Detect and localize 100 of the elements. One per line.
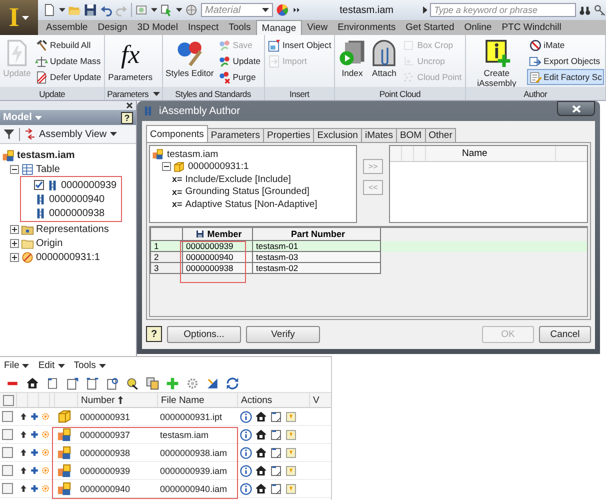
save-icon[interactable] [84,3,97,17]
documents-icon[interactable] [86,376,99,390]
plus-icon[interactable] [30,484,39,493]
help-button[interactable]: ? [146,326,162,342]
ribbon-tab[interactable]: Get Started [400,20,460,35]
expand-icon[interactable] [422,6,428,14]
ribbon-tab[interactable]: PTC Windchill [496,20,566,35]
ribbon-tab[interactable]: Inspect [182,20,224,35]
ribbon-button[interactable]: iMate [526,37,604,53]
more-icon[interactable] [292,5,301,15]
refresh-document-icon[interactable] [106,376,119,390]
sync-icon[interactable] [226,376,239,390]
filter-icon[interactable] [3,128,15,140]
color-wheel-icon[interactable] [276,3,288,17]
info-icon[interactable] [240,428,252,440]
column-header[interactable]: Number [81,394,115,406]
ribbon-button[interactable]: fx Parameters [106,37,155,84]
application-button[interactable]: I [0,0,38,35]
dialog-button[interactable]: Options... [167,326,241,342]
ribbon-button[interactable]: Rebuild All [33,37,104,53]
ribbon-button[interactable]: Edit Factory Sc [526,69,604,85]
ribbon-button[interactable]: Purge [216,69,263,85]
new-document-icon[interactable] [43,3,56,17]
tab[interactable]: Components [146,125,208,142]
undo-icon[interactable] [100,3,112,17]
ribbon-tab[interactable]: Manage [256,20,302,35]
info-icon[interactable] [240,482,252,494]
dialog-button[interactable]: Verify [246,326,320,342]
ribbon-tab[interactable]: View [302,20,333,35]
info-icon[interactable] [240,464,252,476]
ribbon-button[interactable]: Export Objects [526,53,604,69]
note-icon[interactable] [270,410,282,422]
caret-icon[interactable] [152,92,160,96]
ribbon-tab[interactable]: Assemble [41,20,93,35]
triangle-ruler-icon[interactable] [206,376,219,390]
close-button[interactable] [557,101,595,116]
expand-icon[interactable] [10,252,19,262]
info-icon[interactable] [240,446,252,458]
dialog-button[interactable]: Cancel [539,326,591,342]
tree-item[interactable]: x= Grounding Status [Grounded] [172,186,310,198]
tab[interactable]: Other [424,128,456,142]
table-row[interactable]: 3 0000000938 testasm-02 [150,263,587,274]
caret-icon[interactable] [58,8,66,12]
tab[interactable]: BOM [396,128,426,142]
plus-icon[interactable] [30,412,39,421]
ribbon-button[interactable]: Update [216,53,263,69]
tree-item[interactable]: Origin [21,236,63,250]
globe-icon[interactable] [185,3,198,17]
checkbox[interactable] [34,180,44,190]
ribbon-button[interactable]: Styles Editor [164,37,216,80]
settings-icon[interactable] [186,376,199,390]
ribbon-button[interactable]: Attach [368,37,400,80]
plus-icon[interactable] [30,430,39,439]
add-icon[interactable] [166,376,179,390]
tab[interactable]: iMates [360,128,397,142]
note-icon[interactable] [270,464,282,476]
caret-icon[interactable] [150,8,158,12]
tree-item[interactable]: Table [21,162,60,176]
table-row[interactable]: 1 0000000939 testasm-01 [150,241,587,252]
column-header[interactable]: V [313,394,320,406]
checkbox[interactable] [2,447,13,458]
tree-item[interactable]: 0000000939 [34,178,117,192]
tree-item[interactable]: 0000000938 [34,206,105,220]
checkbox[interactable] [2,429,13,440]
checkbox[interactable] [3,394,14,406]
note-icon[interactable] [270,482,282,494]
key-icon[interactable] [594,4,606,16]
tree-item[interactable]: x= Include/Exclude [Include] [172,174,291,185]
column-header[interactable]: File Name [161,394,204,406]
table-row[interactable]: 2 0000000940 testasm-03 [150,252,587,263]
plus-icon[interactable] [30,466,39,475]
ribbon-button[interactable]: Insert Object [266,37,334,53]
collapse-icon[interactable] [162,162,171,172]
document-corner-icon[interactable] [46,376,59,390]
ribbon-tab[interactable]: 3D Model [132,20,183,35]
expand-icon[interactable] [10,224,19,234]
column-header[interactable]: Actions [241,394,272,406]
ribbon-button[interactable]: Defer Update [33,69,104,85]
appearance-icon[interactable] [135,3,148,17]
tree-item[interactable]: Representations [21,222,109,236]
checkbox[interactable] [2,465,13,476]
menu-button[interactable]: Edit [38,360,65,371]
tree-item[interactable]: 0000000931:1 [21,250,100,264]
menu-button[interactable]: Tools [74,360,106,371]
tree-item[interactable]: 0000000940 [34,192,105,206]
tree-item[interactable]: testasm.iam [152,148,218,160]
ribbon-button[interactable]: Update Mass [33,53,104,69]
checkbox[interactable] [2,411,13,422]
note-icon[interactable] [270,428,282,440]
checkbox[interactable] [2,483,13,494]
ribbon-tab[interactable]: Online [459,20,497,35]
ribbon-tab[interactable]: Environments [332,20,401,35]
tab[interactable]: Exclusion [313,128,362,142]
material-dropdown[interactable]: Material [201,3,273,17]
caret-icon[interactable] [176,8,182,12]
close-icon[interactable] [126,102,133,109]
help-button[interactable]: ? [121,112,133,124]
tab[interactable]: Properties [262,128,314,142]
tab[interactable]: Parameters [206,128,264,142]
info-icon[interactable] [240,410,252,422]
